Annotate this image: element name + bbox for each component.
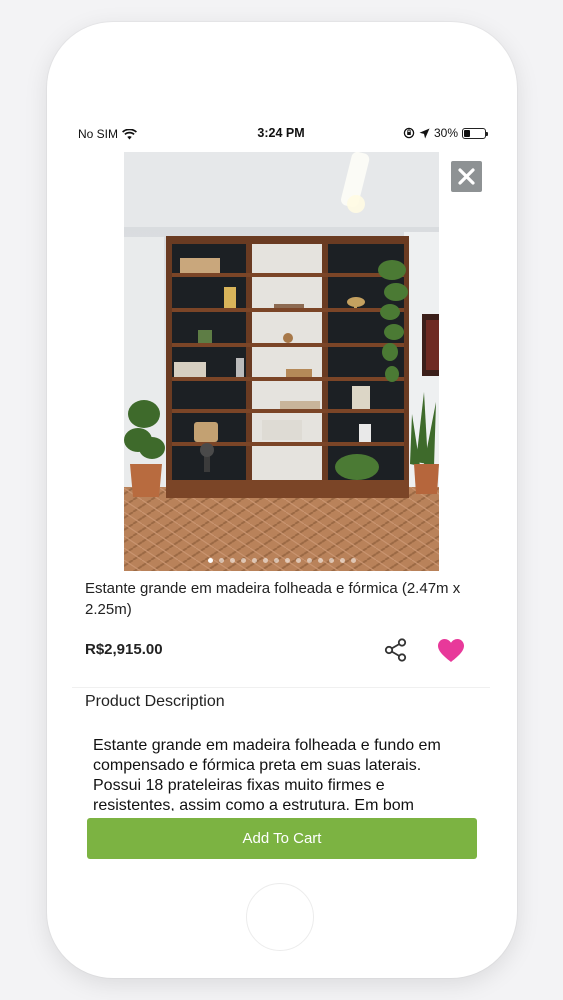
battery-percent: 30% [433, 126, 458, 140]
pagination-dot[interactable] [240, 558, 246, 563]
app-screen: No SIM 3:24 PM 30% Estante grande em mad… [72, 121, 490, 863]
location-icon [419, 128, 430, 138]
pagination-dot[interactable] [229, 558, 235, 563]
product-title: Estante grande em madeira folheada e fór… [85, 580, 461, 618]
product-price: R$2,915.00 [85, 641, 163, 658]
pagination-dot[interactable] [284, 558, 290, 563]
add-to-cart-button[interactable]: Add To Cart [87, 818, 477, 859]
battery-level [464, 129, 470, 137]
pagination-dot[interactable] [295, 558, 301, 563]
description-heading: Product Description [85, 693, 225, 710]
status-right: 30% [403, 126, 488, 140]
pagination-dot[interactable] [218, 558, 224, 563]
pagination-dot[interactable] [328, 558, 334, 563]
pagination-dot[interactable] [251, 558, 257, 563]
pagination-dot[interactable] [339, 558, 345, 563]
close-button[interactable] [451, 161, 482, 192]
pagination-dot[interactable] [306, 558, 312, 563]
pagination-dot[interactable] [207, 558, 213, 563]
image-pagination[interactable] [124, 558, 439, 563]
pagination-dot[interactable] [273, 558, 279, 563]
section-divider [72, 687, 490, 688]
battery-icon [462, 127, 488, 139]
pagination-dot[interactable] [317, 558, 323, 563]
status-bar: No SIM 3:24 PM 30% [72, 121, 490, 145]
product-image[interactable] [124, 152, 439, 571]
pagination-dot[interactable] [262, 558, 268, 563]
close-icon [458, 168, 475, 185]
home-button[interactable] [246, 883, 314, 951]
bookshelf-photo [124, 152, 439, 571]
favorite-heart-icon[interactable] [437, 638, 465, 664]
share-icon[interactable] [382, 636, 410, 664]
price-row: R$2,915.00 [85, 636, 470, 666]
pagination-dot[interactable] [350, 558, 356, 563]
orientation-lock-icon [403, 127, 415, 139]
description-text: Estante grande em madeira folheada e fun… [93, 737, 441, 811]
